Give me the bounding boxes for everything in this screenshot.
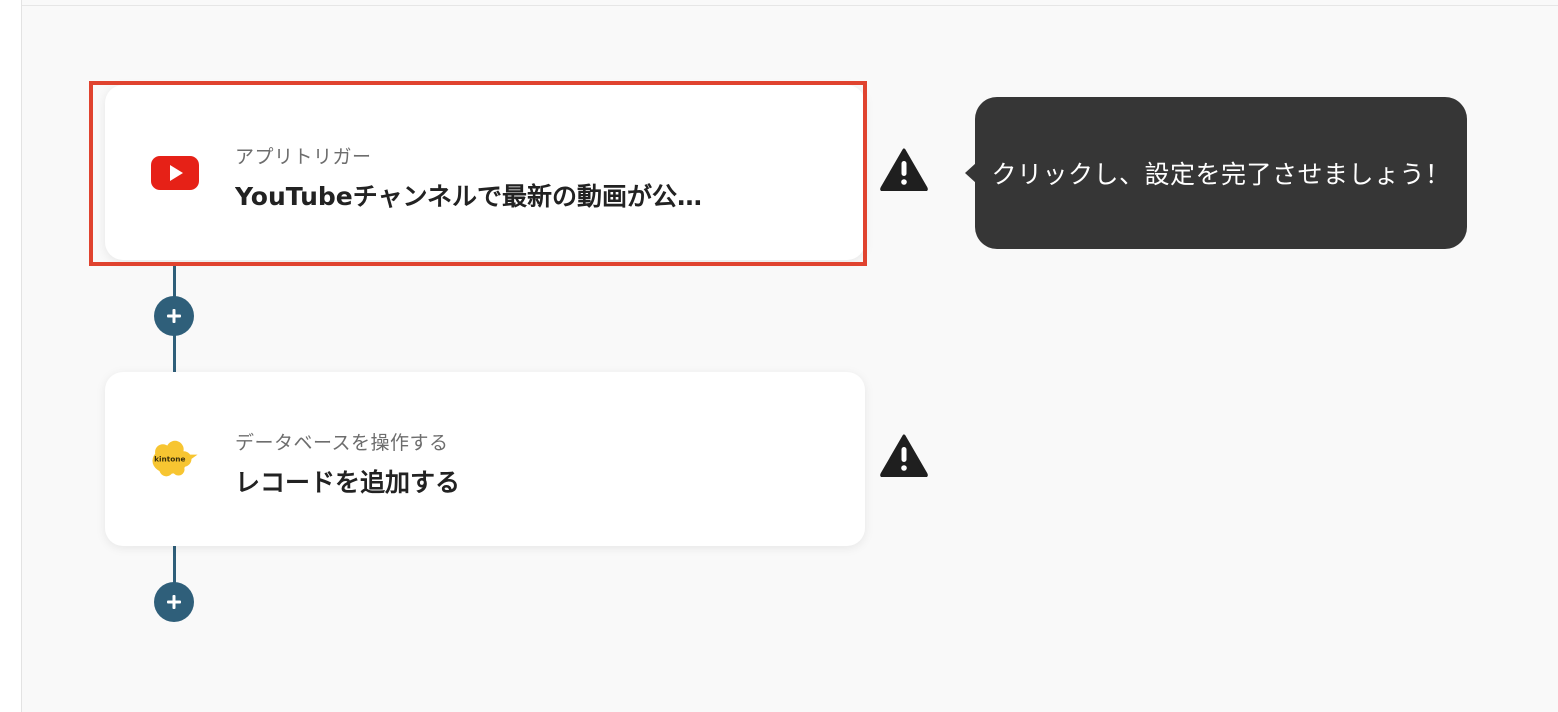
top-divider xyxy=(22,5,1558,6)
step-title: YouTubeチャンネルで最新の動画が公… xyxy=(235,182,702,211)
step-category-label: アプリトリガー xyxy=(235,146,372,168)
warning-icon xyxy=(880,148,928,191)
setup-tooltip: クリックし、設定を完了させましょう！ xyxy=(965,97,1467,249)
youtube-logo-icon xyxy=(149,147,201,199)
tooltip-arrow xyxy=(965,163,976,183)
step-category-label: データベースを操作する xyxy=(235,432,449,454)
flow-canvas: アプリトリガー YouTubeチャンネルで最新の動画が公… クリックし、設定を完… xyxy=(21,0,1558,712)
plus-icon xyxy=(167,595,181,609)
plus-icon xyxy=(167,309,181,323)
kintone-logo-icon: kintone xyxy=(149,433,201,485)
add-step-button[interactable] xyxy=(154,296,194,336)
flow-step-card-trigger[interactable]: アプリトリガー YouTubeチャンネルで最新の動画が公… xyxy=(105,85,865,260)
step-title: レコードを追加する xyxy=(235,468,461,497)
flow-step-card-action[interactable]: kintone データベースを操作する レコードを追加する xyxy=(105,372,865,546)
svg-text:kintone: kintone xyxy=(154,455,185,464)
tooltip-text: クリックし、設定を完了させましょう！ xyxy=(991,160,1451,189)
add-step-button[interactable] xyxy=(154,582,194,622)
warning-icon xyxy=(880,434,928,477)
